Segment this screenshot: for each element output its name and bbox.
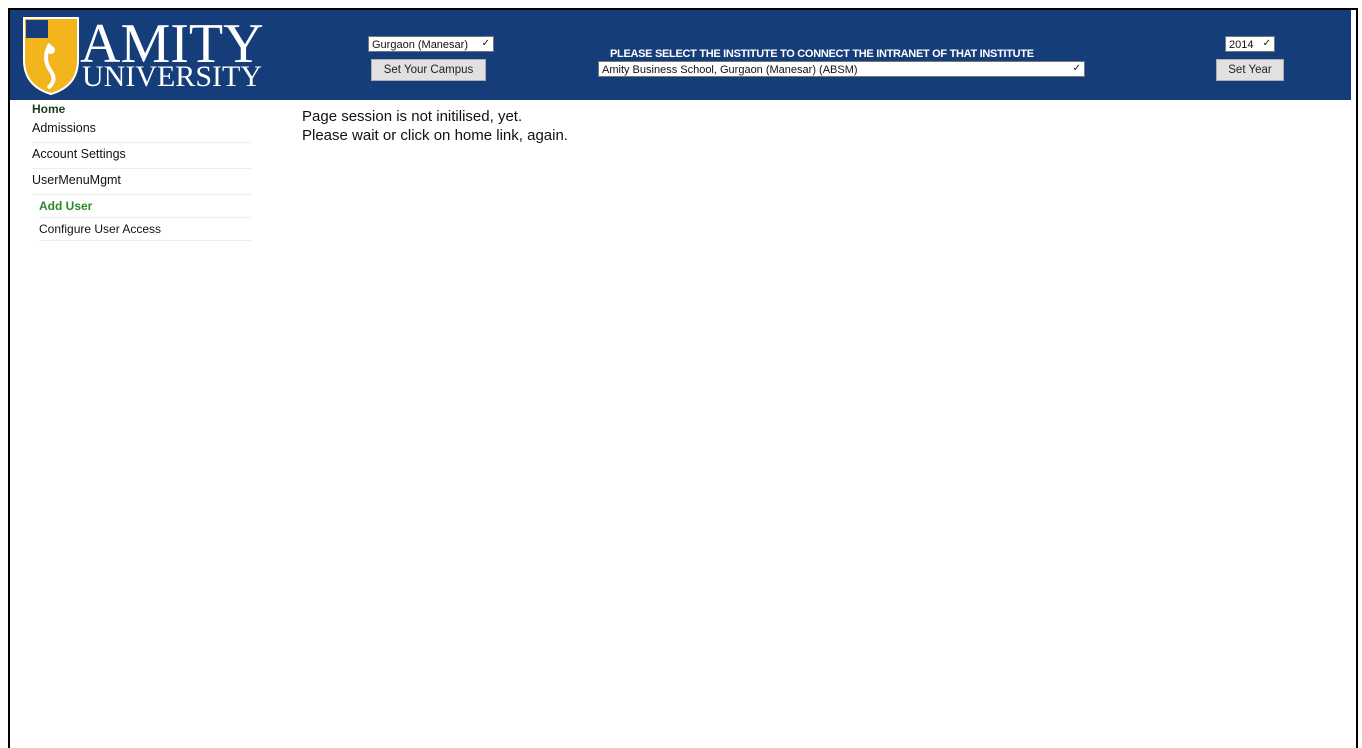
chevron-down-icon: ✓	[1072, 63, 1081, 74]
sidebar-item-home[interactable]: Home	[32, 102, 65, 116]
chevron-down-icon: ✓	[1262, 38, 1271, 49]
institute-select-value: Amity Business School, Gurgaon (Manesar)…	[602, 64, 858, 76]
institute-prompt: PLEASE SELECT THE INSTITUTE TO CONNECT T…	[610, 48, 1034, 60]
chevron-down-icon: ✓	[481, 38, 490, 49]
header-bar: AMITY UNIVERSITY Gurgaon (Manesar) ✓ Set…	[10, 10, 1351, 100]
campus-select-value: Gurgaon (Manesar)	[372, 39, 468, 51]
set-year-button[interactable]: Set Year	[1216, 59, 1284, 81]
year-select-value: 2014	[1229, 39, 1254, 51]
logo-subtitle: UNIVERSITY	[82, 60, 262, 93]
session-message: Page session is not initilised, yet. Ple…	[302, 107, 568, 145]
sidebar-item-user-menu-mgmt[interactable]: UserMenuMgmt	[32, 170, 252, 195]
sidebar-subitem-add-user[interactable]: Add User	[39, 197, 252, 218]
year-select[interactable]: 2014 ✓	[1225, 36, 1275, 52]
set-campus-button[interactable]: Set Your Campus	[371, 59, 486, 81]
sidebar-item-admissions[interactable]: Admissions	[32, 118, 252, 143]
institute-select[interactable]: Amity Business School, Gurgaon (Manesar)…	[598, 61, 1085, 77]
session-message-line2: Please wait or click on home link, again…	[302, 127, 568, 144]
sidebar-item-account-settings[interactable]: Account Settings	[32, 144, 252, 169]
campus-select[interactable]: Gurgaon (Manesar) ✓	[368, 36, 494, 52]
amity-crest-icon	[23, 17, 79, 96]
amity-logo[interactable]: AMITY UNIVERSITY	[20, 14, 264, 96]
sidebar-subitem-configure-user-access[interactable]: Configure User Access	[39, 220, 252, 241]
session-message-line1: Page session is not initilised, yet.	[302, 108, 523, 125]
